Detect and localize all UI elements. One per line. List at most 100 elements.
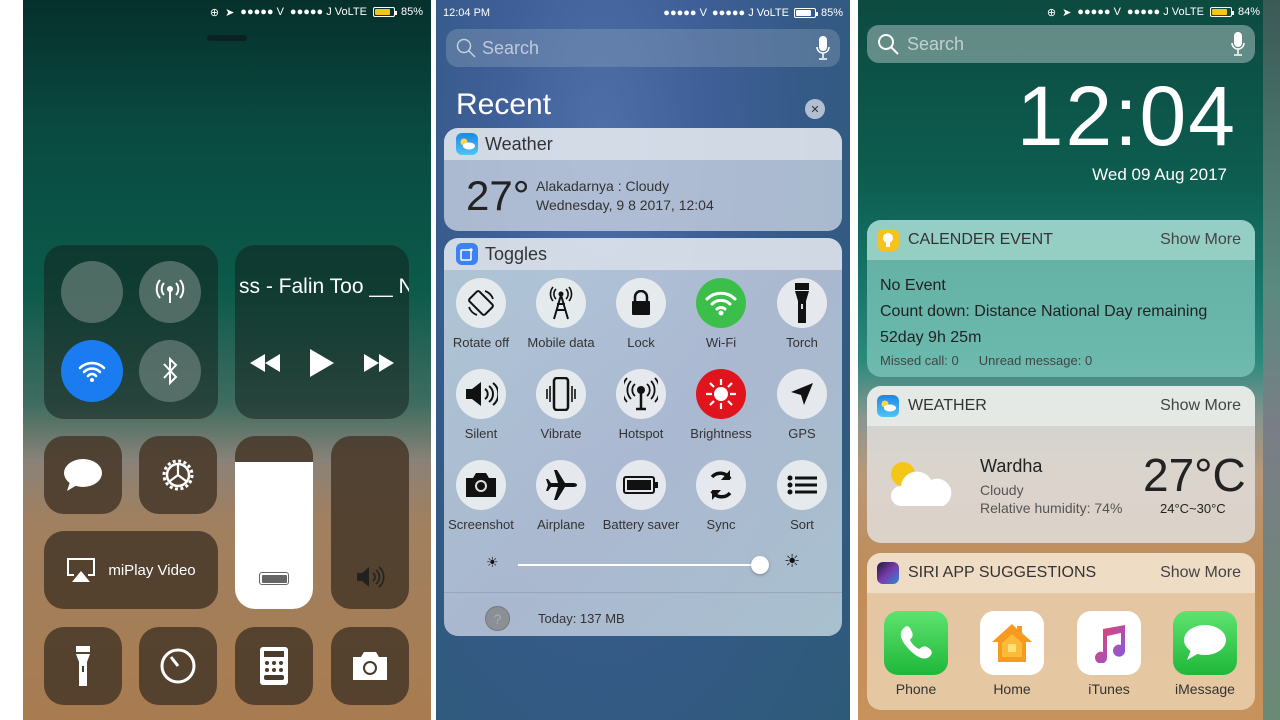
brightness-slider[interactable] bbox=[235, 436, 313, 609]
airplane-mode-toggle[interactable] bbox=[61, 261, 123, 323]
gps-icon bbox=[791, 383, 813, 405]
location-icon: ➤ bbox=[225, 6, 235, 19]
weather-widget[interactable]: WEATHER Show More Wardha Cloudy Relative… bbox=[867, 386, 1255, 543]
toggle-lock[interactable]: Lock bbox=[601, 278, 681, 350]
toggle-circle bbox=[616, 460, 666, 510]
weather-show-more-button[interactable]: Show More bbox=[1160, 397, 1241, 415]
grabber-handle[interactable] bbox=[207, 35, 247, 41]
fast-forward-button[interactable] bbox=[364, 354, 394, 377]
calendar-show-more-button[interactable]: Show More bbox=[1160, 231, 1241, 249]
toggle-vibrate[interactable]: Vibrate bbox=[521, 369, 601, 441]
microphone-icon[interactable] bbox=[1231, 32, 1245, 56]
suggested-app-imessage[interactable]: iMessage bbox=[1165, 611, 1245, 697]
microphone-icon[interactable] bbox=[816, 36, 830, 60]
siri-suggestions-widget: SIRI APP SUGGESTIONS Show More Phone Hom… bbox=[867, 553, 1255, 710]
toggle-brightness[interactable]: Brightness bbox=[681, 369, 761, 441]
siri-show-more-button[interactable]: Show More bbox=[1160, 564, 1241, 582]
siri-icon bbox=[877, 562, 899, 584]
lock-icon bbox=[632, 290, 650, 315]
recent-heading: Recent bbox=[456, 88, 552, 121]
clock-date: Wed 09 Aug 2017 bbox=[1092, 165, 1227, 184]
messages-button[interactable] bbox=[44, 436, 122, 514]
toggle-wifi[interactable]: Wi-Fi bbox=[681, 278, 761, 350]
toggle-label: Torch bbox=[786, 335, 818, 350]
toggle-torch[interactable]: Torch bbox=[762, 278, 842, 350]
settings-button[interactable] bbox=[139, 436, 217, 514]
toggle-label: Mobile data bbox=[527, 335, 595, 350]
toggle-circle bbox=[456, 278, 506, 328]
missed-call-count: Missed call: 0 bbox=[880, 353, 959, 368]
toggle-label: Sync bbox=[706, 517, 736, 532]
bluetooth-toggle[interactable] bbox=[139, 340, 201, 402]
toggle-screenshot[interactable]: Screenshot bbox=[444, 460, 521, 532]
camera-icon bbox=[466, 473, 496, 497]
toggle-sync[interactable]: Sync bbox=[681, 460, 761, 532]
weather-app-icon bbox=[456, 133, 478, 155]
weather-widget-title: WEATHER bbox=[908, 397, 987, 414]
search-bar[interactable]: Search bbox=[867, 25, 1255, 63]
bluetooth-icon bbox=[163, 356, 178, 386]
toggle-gps[interactable]: GPS bbox=[762, 369, 842, 441]
toggle-battery-saver[interactable]: Battery saver bbox=[601, 460, 681, 532]
screen-mirroring-button[interactable]: miPlay Video bbox=[44, 531, 218, 609]
calendar-countdown-label: Count down: Distance National Day remain… bbox=[880, 303, 1208, 320]
help-icon: ? bbox=[493, 610, 502, 627]
brightness-thumb[interactable] bbox=[751, 556, 769, 574]
rewind-button[interactable] bbox=[250, 354, 280, 377]
toggle-circle bbox=[777, 278, 827, 328]
toggles-widget: Toggles Rotate off Mobile data Lock Wi-F… bbox=[444, 238, 842, 636]
brightness-fill bbox=[235, 461, 313, 609]
mobile-data-icon bbox=[549, 286, 573, 320]
calculator-button[interactable] bbox=[235, 627, 313, 705]
toggle-label: Lock bbox=[627, 335, 655, 350]
toggle-silent[interactable]: Silent bbox=[444, 369, 521, 441]
toggle-label: Hotspot bbox=[618, 426, 664, 441]
rotate-icon bbox=[468, 290, 494, 316]
vibrate-icon bbox=[546, 377, 576, 411]
play-button[interactable] bbox=[310, 349, 334, 382]
play-icon bbox=[310, 349, 334, 377]
battery-icon bbox=[1209, 7, 1234, 17]
toggle-mobile-data[interactable]: Mobile data bbox=[521, 278, 601, 350]
toggle-circle bbox=[456, 369, 506, 419]
weather-widget[interactable]: Weather 27° Alakadarnya : Cloudy Wednesd… bbox=[444, 128, 842, 231]
toggles-app-icon bbox=[456, 243, 478, 265]
siri-widget-title: SIRI APP SUGGESTIONS bbox=[908, 564, 1097, 581]
message-bubble-icon bbox=[64, 459, 102, 491]
weather-widget-header: WEATHER Show More bbox=[867, 386, 1255, 426]
status-bar: ⊕ ➤ ●●●●● V ●●●●● J VoLTE 84% bbox=[1047, 0, 1260, 24]
rewind-icon bbox=[250, 354, 280, 372]
suggested-app-home[interactable]: Home bbox=[972, 611, 1052, 697]
clear-recent-button[interactable]: ✕ bbox=[805, 99, 825, 119]
toggle-hotspot[interactable]: Hotspot bbox=[601, 369, 681, 441]
app-label: Phone bbox=[895, 681, 937, 697]
toggle-label: Battery saver bbox=[602, 517, 680, 532]
wifi-toggle[interactable] bbox=[61, 340, 123, 402]
flashlight-button[interactable] bbox=[44, 627, 122, 705]
toggle-rotate[interactable]: Rotate off bbox=[444, 278, 521, 350]
weather-range: 24°C~30°C bbox=[1160, 501, 1226, 516]
toggle-airplane[interactable]: Airplane bbox=[521, 460, 601, 532]
calculator-icon bbox=[260, 647, 288, 685]
home-app-icon bbox=[980, 611, 1044, 675]
location-icon: ➤ bbox=[1062, 6, 1072, 19]
camera-button[interactable] bbox=[331, 627, 409, 705]
carrier-2: ●●●●● J VoLTE bbox=[1126, 6, 1204, 18]
imessage-app-icon bbox=[1173, 611, 1237, 675]
calendar-event-widget[interactable]: CALENDER EVENT Show More No Event Count … bbox=[867, 220, 1255, 377]
toggle-label: Wi-Fi bbox=[705, 335, 737, 350]
suggested-app-itunes[interactable]: iTunes bbox=[1069, 611, 1149, 697]
battery-icon bbox=[372, 7, 397, 17]
cellular-data-toggle[interactable] bbox=[139, 261, 201, 323]
volume-slider[interactable] bbox=[331, 436, 409, 609]
timer-button[interactable] bbox=[139, 627, 217, 705]
brightness-track[interactable] bbox=[518, 564, 761, 566]
toggle-sort[interactable]: Sort bbox=[762, 460, 842, 532]
help-button[interactable]: ? bbox=[485, 606, 510, 631]
search-bar[interactable]: Search bbox=[446, 29, 840, 67]
battery-icon bbox=[623, 476, 658, 494]
status-bar: 12:04 PM ●●●●● V ●●●●● J VoLTE 85% bbox=[436, 0, 850, 26]
suggested-app-phone[interactable]: Phone bbox=[876, 611, 956, 697]
bulb-icon bbox=[877, 229, 899, 251]
weather-humidity: Relative humidity: 74% bbox=[980, 500, 1123, 516]
